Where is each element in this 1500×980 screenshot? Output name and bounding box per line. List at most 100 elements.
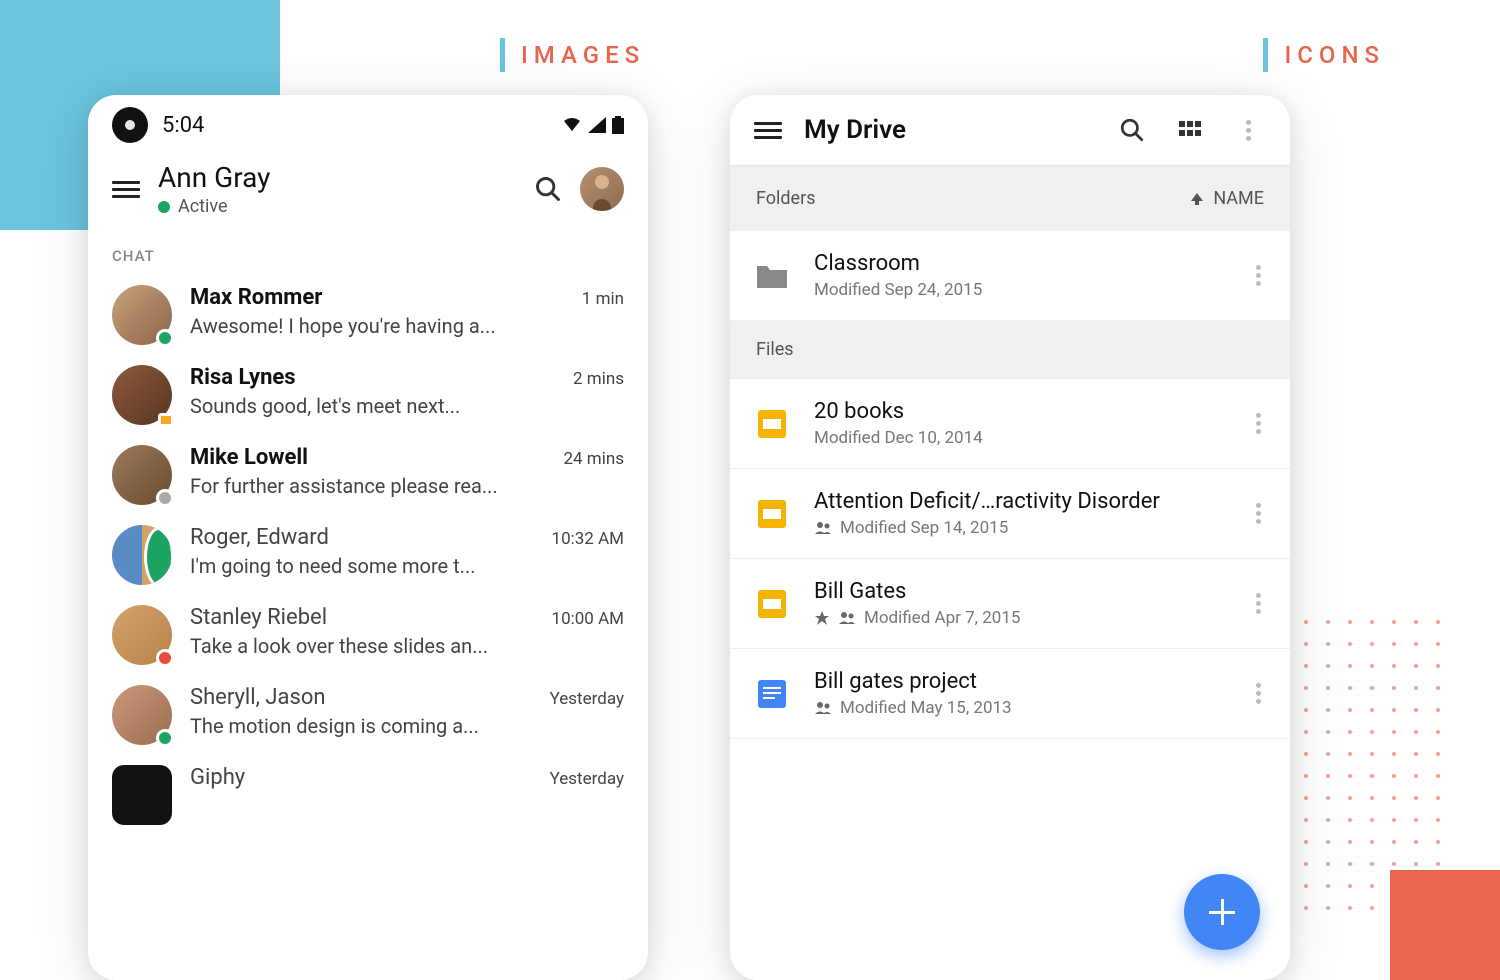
item-more-icon[interactable] xyxy=(1248,265,1268,286)
drive-item-name: 20 books xyxy=(814,399,1226,424)
active-status-dot xyxy=(158,201,170,213)
status-badge-red xyxy=(156,649,174,667)
chat-preview: Awesome! I hope you're having a... xyxy=(190,314,624,338)
chat-avatar xyxy=(112,525,172,585)
drive-item-name: Classroom xyxy=(814,251,1226,276)
chat-item[interactable]: Risa Lynes 2 mins Sounds good, let's meet … xyxy=(88,355,648,435)
chat-header: Ann Gray Active xyxy=(88,151,648,231)
drive-folder-row[interactable]: Classroom Modified Sep 24, 2015 xyxy=(730,231,1290,321)
star-icon xyxy=(814,610,830,626)
drive-file-row[interactable]: Bill gates project Modified May 15, 2013 xyxy=(730,649,1290,739)
chat-item[interactable]: Sheryll, Jason Yesterday The motion design… xyxy=(88,675,648,755)
current-user-name: Ann Gray xyxy=(158,161,516,194)
status-badge-green xyxy=(156,329,174,347)
slides-icon xyxy=(752,494,792,534)
camera-icon xyxy=(112,107,148,143)
chat-time: 10:00 AM xyxy=(552,609,624,629)
chat-preview: I'm going to need some more t... xyxy=(190,554,624,578)
shared-icon xyxy=(838,611,856,625)
folders-label: Folders xyxy=(756,188,816,209)
profile-avatar[interactable] xyxy=(580,167,624,211)
arrow-up-icon xyxy=(1189,191,1205,207)
item-more-icon[interactable] xyxy=(1248,503,1268,524)
status-time: 5:04 xyxy=(162,113,204,138)
docs-icon xyxy=(752,674,792,714)
chat-time: Yesterday xyxy=(550,769,624,789)
status-bar: 5:04 xyxy=(88,95,648,151)
chat-avatar xyxy=(112,605,172,665)
chat-name: Risa Lynes xyxy=(190,365,296,390)
drive-file-row[interactable]: Bill Gates Modified Apr 7, 2015 xyxy=(730,559,1290,649)
drive-item-meta: Modified Sep 24, 2015 xyxy=(814,280,1226,300)
drive-file-row[interactable]: 20 books Modified Dec 10, 2014 xyxy=(730,379,1290,469)
shared-icon xyxy=(814,521,832,535)
heading-icons-text: ICONS xyxy=(1284,41,1385,69)
drive-item-name: Attention Deficit/…ractivity Disorder xyxy=(814,489,1226,514)
chat-avatar xyxy=(112,445,172,505)
menu-icon[interactable] xyxy=(754,122,782,139)
chat-avatar xyxy=(112,765,172,825)
chat-preview: Sounds good, let's meet next... xyxy=(190,394,624,418)
item-more-icon[interactable] xyxy=(1248,683,1268,704)
drive-item-meta: Modified Dec 10, 2014 xyxy=(814,428,1226,448)
drive-header: My Drive xyxy=(730,95,1290,166)
status-badge-video xyxy=(158,413,174,427)
drive-item-meta: Modified Sep 14, 2015 xyxy=(814,518,1226,538)
files-section-label: Files xyxy=(730,321,1290,379)
current-user-status: Active xyxy=(158,196,516,217)
chat-section-label: CHAT xyxy=(88,231,648,275)
menu-icon[interactable] xyxy=(112,181,140,198)
decorative-red-square xyxy=(1390,870,1500,980)
chat-item[interactable]: Giphy Yesterday xyxy=(88,755,648,835)
chat-item[interactable]: Stanley Riebel 10:00 AM Take a look over t… xyxy=(88,595,648,675)
sort-button[interactable]: NAME xyxy=(1189,188,1264,209)
chat-time: 1 min xyxy=(582,289,624,309)
drive-item-name: Bill Gates xyxy=(814,579,1226,604)
chat-avatar xyxy=(112,685,172,745)
more-icon[interactable] xyxy=(1230,120,1266,141)
drive-title: My Drive xyxy=(804,115,1092,145)
chat-name: Sheryll, Jason xyxy=(190,685,326,710)
search-button[interactable] xyxy=(1114,117,1150,143)
chat-avatar xyxy=(112,285,172,345)
drive-folders-header: Folders NAME xyxy=(730,166,1290,231)
chat-item[interactable]: Max Rommer 1 min Awesome! I hope you're ha… xyxy=(88,275,648,355)
chat-app-screen: 5:04 Ann Gray Active CHAT Max Rommer 1 mi… xyxy=(88,95,648,980)
chat-time: 10:32 AM xyxy=(552,529,624,549)
chat-name: Mike Lowell xyxy=(190,445,308,470)
battery-icon xyxy=(612,116,624,134)
chat-avatar xyxy=(112,365,172,425)
chat-time: 2 mins xyxy=(573,369,624,389)
drive-file-row[interactable]: Attention Deficit/…ractivity Disorder Mo… xyxy=(730,469,1290,559)
chat-preview: For further assistance please rea... xyxy=(190,474,624,498)
drive-item-name: Bill gates project xyxy=(814,669,1226,694)
chat-time: Yesterday xyxy=(550,689,624,709)
status-badge-gray xyxy=(156,489,174,507)
item-more-icon[interactable] xyxy=(1248,413,1268,434)
heading-images-text: IMAGES xyxy=(521,41,645,69)
status-icons xyxy=(562,116,624,134)
folder-icon xyxy=(752,256,792,296)
shared-icon xyxy=(814,701,832,715)
chat-name: Giphy xyxy=(190,765,245,790)
chat-preview: The motion design is coming a... xyxy=(190,714,624,738)
add-button[interactable] xyxy=(1184,874,1260,950)
status-badge-green xyxy=(156,729,174,747)
drive-item-meta: Modified Apr 7, 2015 xyxy=(814,608,1226,628)
chat-preview: Take a look over these slides an... xyxy=(190,634,624,658)
chat-time: 24 mins xyxy=(563,449,624,469)
status-badge-green xyxy=(144,527,172,585)
wifi-icon xyxy=(562,117,582,133)
slides-icon xyxy=(752,584,792,624)
chat-item[interactable]: Mike Lowell 24 mins For further assistance… xyxy=(88,435,648,515)
chat-name: Max Rommer xyxy=(190,285,322,310)
signal-icon xyxy=(588,117,606,133)
chat-name: Roger, Edward xyxy=(190,525,329,550)
item-more-icon[interactable] xyxy=(1248,593,1268,614)
grid-view-icon[interactable] xyxy=(1172,118,1208,142)
chat-item[interactable]: Roger, Edward 10:32 AM I'm going to need s… xyxy=(88,515,648,595)
search-button[interactable] xyxy=(534,175,562,203)
heading-icons: ICONS xyxy=(1263,38,1385,72)
slides-icon xyxy=(752,404,792,444)
chat-name: Stanley Riebel xyxy=(190,605,327,630)
